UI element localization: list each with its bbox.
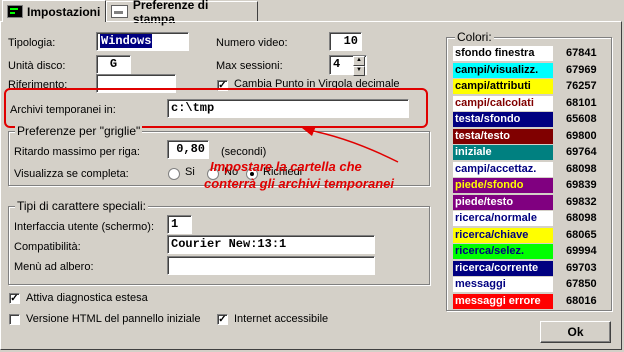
ok-button-label: Ok bbox=[567, 325, 584, 339]
ritardo-value: 0,80 bbox=[176, 142, 205, 156]
color-value: 67850 bbox=[566, 278, 597, 290]
html-label: Versione HTML del pannello iniziale bbox=[26, 313, 201, 325]
annotation-text: Impostare la cartella che conterrà gli a… bbox=[204, 158, 394, 192]
color-value: 68101 bbox=[566, 96, 597, 109]
annotation-line-1: Impostare la cartella che bbox=[210, 159, 362, 174]
color-name: piede/sfondo bbox=[455, 179, 524, 191]
numero-video-value: 10 bbox=[343, 34, 358, 48]
tab-preferenze-stampa[interactable]: Preferenze di stampa bbox=[106, 0, 258, 26]
max-sessioni-label: Max sessioni: bbox=[216, 60, 283, 72]
color-swatch[interactable]: sfondo finestra bbox=[453, 46, 553, 61]
color-name: ricerca/corrente bbox=[455, 261, 539, 274]
tipologia-label: Tipologia: bbox=[8, 37, 56, 49]
unita-disco-label: Unità disco: bbox=[8, 60, 66, 72]
radio-si[interactable] bbox=[168, 168, 180, 180]
color-swatch[interactable]: campi/visualizz. bbox=[453, 62, 553, 78]
radio-si-label: Si bbox=[185, 166, 195, 178]
printer-icon bbox=[111, 5, 128, 18]
color-value: 68065 bbox=[566, 228, 597, 241]
color-swatch[interactable]: ricerca/chiave bbox=[453, 227, 553, 243]
max-sessioni-spinner[interactable]: ▲ ▼ bbox=[353, 56, 365, 76]
color-value: 68098 bbox=[566, 212, 597, 224]
color-name: sfondo finestra bbox=[455, 47, 535, 59]
color-name: campi/accettaz. bbox=[455, 162, 537, 175]
color-value: 69764 bbox=[566, 146, 597, 158]
ok-button[interactable]: Ok bbox=[540, 321, 611, 343]
color-swatch[interactable]: campi/calcolati bbox=[453, 95, 553, 111]
color-value: 65608 bbox=[566, 113, 597, 125]
caratteri-title: Tipi di carattere speciali: bbox=[15, 199, 148, 213]
color-swatch[interactable]: piede/testo bbox=[453, 194, 553, 210]
menu-albero-field[interactable] bbox=[167, 256, 375, 275]
color-name: messaggi bbox=[455, 278, 506, 290]
ritardo-label: Ritardo massimo per riga: bbox=[14, 146, 140, 158]
griglie-title: Preferenze per "griglie" bbox=[15, 124, 143, 138]
color-swatch[interactable]: piede/sfondo bbox=[453, 178, 553, 193]
colori-title: Colori: bbox=[455, 30, 494, 44]
tipologia-value: Windows bbox=[100, 34, 153, 48]
unita-disco-value: G bbox=[109, 57, 118, 71]
html-checkbox[interactable] bbox=[9, 314, 20, 325]
annotation-line-2: conterrà gli archivi temporanei bbox=[204, 176, 395, 191]
color-name: ricerca/selez. bbox=[455, 245, 525, 257]
diagnostica-checkbox[interactable]: ✓ bbox=[9, 293, 20, 304]
color-name: messaggi errore bbox=[455, 294, 541, 307]
tipologia-field[interactable]: Windows bbox=[96, 32, 189, 51]
color-name: ricerca/normale bbox=[455, 212, 537, 224]
interfaccia-field[interactable]: 1 bbox=[167, 215, 192, 234]
color-name: piede/testo bbox=[455, 195, 514, 208]
menu-albero-label: Menù ad albero: bbox=[14, 261, 94, 273]
internet-checkbox[interactable]: ✓ bbox=[217, 314, 228, 325]
color-name: campi/calcolati bbox=[455, 96, 534, 109]
color-value: 69832 bbox=[566, 195, 597, 208]
ritardo-unit: (secondi) bbox=[221, 146, 267, 158]
color-value: 69703 bbox=[566, 261, 597, 274]
interfaccia-label: Interfaccia utente (schermo): bbox=[14, 221, 155, 233]
numero-video-field[interactable]: 10 bbox=[329, 32, 362, 51]
archivi-field[interactable]: c:\tmp bbox=[167, 99, 409, 118]
color-name: ricerca/chiave bbox=[455, 228, 529, 241]
color-value: 69994 bbox=[566, 245, 597, 257]
spin-up-icon[interactable]: ▲ bbox=[353, 56, 365, 66]
color-value: 69839 bbox=[566, 179, 597, 191]
archivi-label: Archivi temporanei in: bbox=[10, 104, 116, 116]
unita-disco-field[interactable]: G bbox=[96, 55, 131, 74]
tab-impostazioni-label: Impostazioni bbox=[27, 4, 101, 19]
numero-video-label: Numero video: bbox=[216, 37, 288, 49]
color-swatch[interactable]: campi/accettaz. bbox=[453, 161, 553, 177]
diagnostica-label: Attiva diagnostica estesa bbox=[26, 292, 148, 304]
color-name: campi/attributi bbox=[455, 80, 531, 92]
color-name: campi/visualizz. bbox=[455, 63, 539, 76]
ritardo-field[interactable]: 0,80 bbox=[167, 140, 209, 159]
internet-label: Internet accessibile bbox=[234, 313, 329, 325]
spin-down-icon[interactable]: ▼ bbox=[353, 66, 365, 76]
visualizza-label: Visualizza se completa: bbox=[14, 168, 129, 180]
interfaccia-value: 1 bbox=[171, 217, 179, 231]
color-value: 69800 bbox=[566, 129, 597, 142]
settings-icon bbox=[7, 5, 23, 18]
color-name: testa/testo bbox=[455, 129, 511, 142]
max-sessioni-value: 4 bbox=[333, 57, 341, 71]
tab-impostazioni[interactable]: Impostazioni bbox=[2, 0, 106, 22]
color-swatch[interactable]: ricerca/selez. bbox=[453, 244, 553, 259]
compat-value: Courier New:13:1 bbox=[171, 237, 287, 251]
color-swatch[interactable]: iniziale bbox=[453, 145, 553, 160]
compat-field[interactable]: Courier New:13:1 bbox=[167, 235, 375, 254]
color-value: 76257 bbox=[566, 80, 597, 92]
color-swatch[interactable]: testa/testo bbox=[453, 128, 553, 144]
archivi-value: c:\tmp bbox=[171, 101, 215, 115]
color-value: 68016 bbox=[566, 294, 597, 307]
color-swatch[interactable]: ricerca/corrente bbox=[453, 260, 553, 276]
color-name: iniziale bbox=[455, 146, 492, 158]
color-swatch[interactable]: messaggi errore bbox=[453, 293, 553, 309]
color-swatch[interactable]: testa/sfondo bbox=[453, 112, 553, 127]
color-swatch[interactable]: campi/attributi bbox=[453, 79, 553, 94]
compat-label: Compatibilità: bbox=[14, 241, 81, 253]
color-value: 68098 bbox=[566, 162, 597, 175]
color-swatch[interactable]: ricerca/normale bbox=[453, 211, 553, 226]
color-swatch[interactable]: messaggi bbox=[453, 277, 553, 292]
color-name: testa/sfondo bbox=[455, 113, 521, 125]
color-value: 67841 bbox=[566, 47, 597, 59]
color-value: 67969 bbox=[566, 63, 597, 76]
